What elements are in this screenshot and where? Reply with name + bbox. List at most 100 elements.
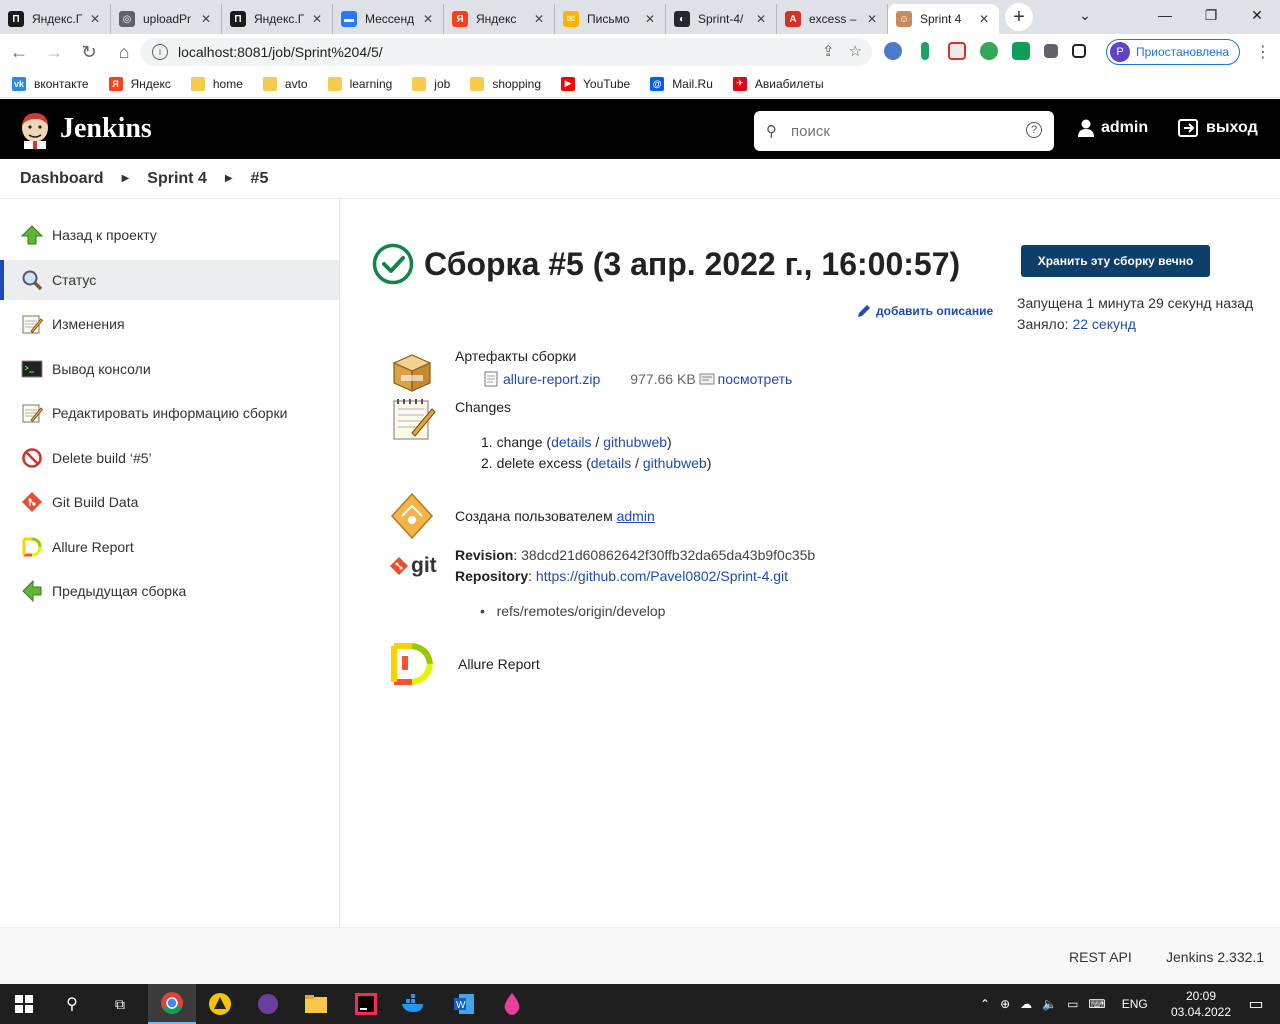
sidebar-item[interactable]: Редактировать информацию сборки: [0, 393, 339, 433]
browser-tab[interactable]: Aexcess – ✕: [777, 4, 888, 34]
browser-tab[interactable]: ▬ Мессенд ✕: [333, 4, 444, 34]
tab-close-icon[interactable]: ✕: [643, 12, 657, 26]
search-input[interactable]: [791, 122, 1011, 140]
tab-close-icon[interactable]: ✕: [532, 12, 546, 26]
repository-link[interactable]: https://github.com/Pavel0802/Sprint-4.gi…: [536, 568, 788, 584]
jenkins-version-link[interactable]: Jenkins 2.332.1: [1166, 949, 1264, 965]
language-indicator[interactable]: ENG: [1122, 997, 1148, 1011]
home-button[interactable]: ⌂: [108, 36, 140, 68]
extension-icon[interactable]: [1012, 42, 1030, 60]
sidebar-item[interactable]: Allure Report: [0, 527, 339, 567]
profile-button[interactable]: P Приостановлена: [1106, 39, 1240, 65]
user-link[interactable]: admin: [1077, 119, 1148, 137]
back-button[interactable]: ←: [3, 36, 35, 68]
share-icon[interactable]: ⇪: [822, 42, 835, 60]
created-by-user-link[interactable]: admin: [617, 508, 655, 524]
tab-close-icon[interactable]: ✕: [421, 12, 435, 26]
bookmark-star-icon[interactable]: ☆: [849, 42, 862, 60]
help-icon[interactable]: ?: [1026, 122, 1042, 138]
extension-icon[interactable]: [884, 42, 902, 60]
sidebar-item[interactable]: Изменения: [0, 304, 339, 344]
bookmark-item[interactable]: @ Mail.Ru: [650, 76, 713, 91]
breadcrumb-dashboard[interactable]: Dashboard: [20, 170, 104, 188]
browser-tab[interactable]: П Яндекс.Г ✕: [222, 4, 333, 34]
chrome-taskbar-icon[interactable]: [148, 984, 196, 1024]
sidepanel-icon[interactable]: [1072, 44, 1086, 58]
browser-tab[interactable]: ◎ uploadPr ✕: [111, 4, 222, 34]
taskbar-search-icon[interactable]: ⚲: [48, 984, 96, 1024]
browser-tab[interactable]: ◐ Sprint-4/ ✕: [666, 4, 777, 34]
tab-close-icon[interactable]: ✕: [977, 12, 991, 26]
file-explorer-icon[interactable]: [292, 984, 340, 1024]
app-taskbar-icon[interactable]: [488, 984, 536, 1024]
puzzle-icon[interactable]: [1044, 44, 1058, 58]
restore-button[interactable]: ❐: [1188, 0, 1234, 30]
network-icon[interactable]: ▭: [1067, 997, 1078, 1011]
sidebar-item[interactable]: Git Build Data: [0, 482, 339, 522]
forward-button[interactable]: →: [38, 36, 70, 68]
browser-tab[interactable]: П Яндекс.Г ✕: [0, 4, 111, 34]
site-info-icon[interactable]: i: [152, 44, 168, 60]
bookmark-item[interactable]: shopping: [470, 76, 541, 91]
sidebar-item[interactable]: Назад к проекту: [0, 215, 339, 255]
windows-start-icon[interactable]: [0, 984, 48, 1024]
menu-icon[interactable]: ⋮: [1255, 42, 1271, 62]
bookmark-item[interactable]: home: [190, 76, 243, 91]
add-description-link[interactable]: добавить описание: [856, 303, 993, 319]
browser-tab[interactable]: Я Яндекс ✕: [444, 4, 555, 34]
change-details-link[interactable]: details: [591, 455, 631, 471]
bookmark-item[interactable]: ✈ Авиабилеты: [732, 76, 824, 91]
extension-icon[interactable]: [921, 42, 929, 60]
tab-close-icon[interactable]: ✕: [88, 12, 102, 26]
artifact-file-link[interactable]: allure-report.zip: [503, 371, 600, 387]
tab-close-icon[interactable]: ✕: [310, 12, 324, 26]
taskbar-clock[interactable]: 20:09 03.04.2022: [1166, 988, 1236, 1020]
breadcrumb-build[interactable]: #5: [251, 170, 269, 188]
minimize-button[interactable]: —: [1142, 0, 1188, 30]
sidebar-item[interactable]: Вывод консоли: [0, 349, 339, 389]
tab-close-icon[interactable]: ✕: [865, 12, 879, 26]
bookmark-item[interactable]: job: [412, 76, 450, 91]
rest-api-link[interactable]: REST API: [1069, 949, 1132, 965]
tab-search-icon[interactable]: ⌄: [1068, 0, 1102, 30]
docker-icon[interactable]: [390, 984, 438, 1024]
address-bar[interactable]: i localhost:8081/job/Sprint%204/5/ ⇪ ☆: [140, 38, 872, 66]
jenkins-brand[interactable]: Jenkins: [60, 113, 152, 145]
tray-chevron-icon[interactable]: ⌃: [980, 997, 990, 1011]
bookmark-item[interactable]: Я Яндекс: [108, 76, 171, 91]
extension-icon[interactable]: [980, 42, 998, 60]
browser-tab[interactable]: ☺ Sprint 4 ✕: [888, 4, 999, 34]
tab-close-icon[interactable]: ✕: [754, 12, 768, 26]
app-taskbar-icon[interactable]: [196, 984, 244, 1024]
bookmark-item[interactable]: avto: [262, 76, 308, 91]
browser-tab[interactable]: ✉ Письмо ✕: [555, 4, 666, 34]
jenkins-logo-icon[interactable]: [18, 111, 52, 149]
bookmark-item[interactable]: vk вконтакте: [12, 76, 89, 91]
close-window-button[interactable]: ✕: [1234, 0, 1280, 30]
app-taskbar-icon[interactable]: [244, 984, 292, 1024]
onedrive-icon[interactable]: ☁: [1020, 997, 1032, 1011]
change-details-link[interactable]: details: [551, 434, 591, 450]
volume-icon[interactable]: 🔈: [1042, 997, 1057, 1011]
logout-link[interactable]: выход: [1178, 119, 1258, 137]
bookmark-item[interactable]: learning: [327, 76, 392, 91]
sidebar-item[interactable]: Статус: [0, 259, 339, 300]
duration-link[interactable]: 22 секунд: [1072, 316, 1135, 332]
tray-app-icon[interactable]: ⊕: [1000, 997, 1010, 1011]
artifact-view-link[interactable]: посмотреть: [718, 371, 793, 387]
tab-close-icon[interactable]: ✕: [199, 12, 213, 26]
intellij-icon[interactable]: [342, 984, 390, 1024]
bookmark-item[interactable]: ▶ YouTube: [561, 76, 630, 91]
search-box[interactable]: ⚲ ?: [754, 111, 1054, 151]
keep-build-button[interactable]: Хранить эту сборку вечно: [1021, 245, 1210, 277]
artifacts-link[interactable]: Артефакты сборки: [455, 348, 576, 364]
word-icon[interactable]: W: [440, 984, 488, 1024]
extension-icon[interactable]: [948, 42, 966, 60]
new-tab-button[interactable]: +: [1005, 3, 1033, 31]
breadcrumb-job[interactable]: Sprint 4: [147, 170, 207, 188]
sidebar-item[interactable]: Предыдущая сборка: [0, 571, 339, 611]
task-view-icon[interactable]: ⧉: [96, 984, 144, 1024]
reload-button[interactable]: ↻: [73, 36, 105, 68]
notifications-icon[interactable]: ▭: [1232, 984, 1280, 1024]
allure-report-link[interactable]: Allure Report: [458, 656, 540, 672]
